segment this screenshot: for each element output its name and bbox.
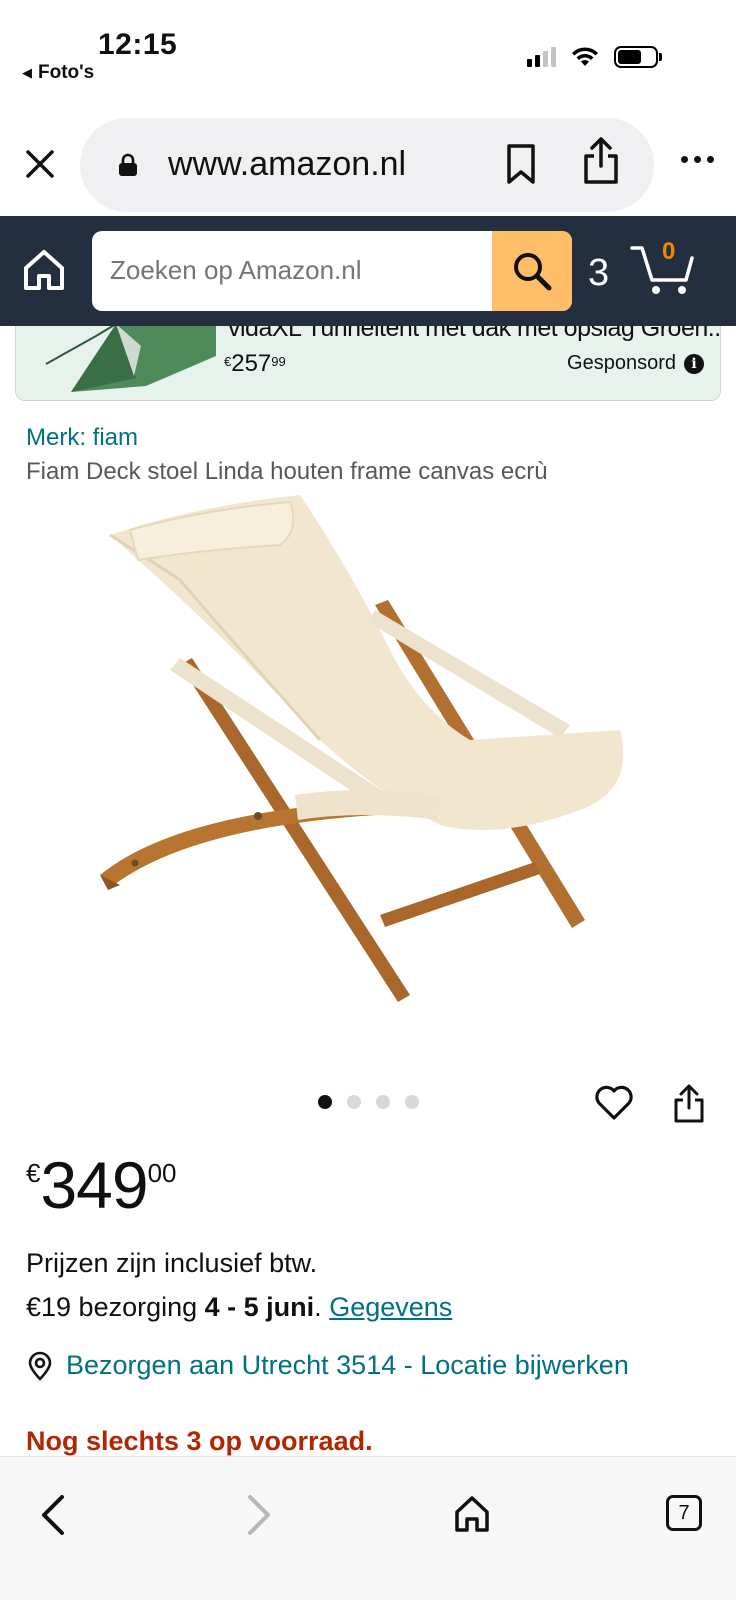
- wifi-icon: [572, 47, 598, 66]
- delivery-separator: .: [314, 1292, 330, 1322]
- search-button[interactable]: [492, 231, 572, 311]
- product-image[interactable]: [60, 490, 660, 1030]
- back-to-app-link[interactable]: ◀ Foto's: [22, 62, 94, 84]
- sponsored-price-currency: €: [224, 354, 232, 369]
- stock-status: Nog slechts 3 op voorraad.: [26, 1426, 373, 1456]
- product-price: € 349 00: [26, 1152, 177, 1218]
- url-field[interactable]: www.amazon.nl: [80, 118, 654, 212]
- sponsored-price-whole: 257: [231, 350, 272, 377]
- image-carousel-dots: [318, 1095, 419, 1109]
- more-options-icon[interactable]: [681, 156, 714, 163]
- close-icon[interactable]: [20, 144, 60, 184]
- delivery-info: €19 bezorging 4 - 5 juni. Gegevens: [26, 1292, 452, 1323]
- forward-arrow-icon[interactable]: [246, 1493, 274, 1537]
- sponsored-title[interactable]: vidaXL Tunneltent met dak met opslag Gro…: [228, 326, 720, 343]
- status-time: 12:15: [98, 28, 178, 61]
- sponsored-label[interactable]: Gesponsord i: [567, 352, 704, 375]
- product-title: Fiam Deck stoel Linda houten frame canva…: [26, 458, 548, 485]
- carousel-dot[interactable]: [376, 1095, 390, 1109]
- brand-link[interactable]: Merk: fiam: [26, 424, 138, 452]
- status-bar: 12:15 ◀ Foto's: [0, 0, 736, 100]
- status-icons: [527, 46, 662, 68]
- carousel-dot[interactable]: [347, 1095, 361, 1109]
- sponsored-price: €25799: [224, 350, 286, 378]
- info-icon: i: [684, 353, 704, 374]
- browser-home-icon[interactable]: [454, 1495, 490, 1533]
- battery-icon: [614, 46, 662, 68]
- cart-button[interactable]: 0: [630, 238, 696, 303]
- vat-note: Prijzen zijn inclusief btw.: [26, 1248, 318, 1278]
- cellular-signal-icon: [527, 47, 556, 67]
- home-icon[interactable]: [22, 248, 66, 292]
- url-text: www.amazon.nl: [168, 145, 407, 183]
- back-arrow-icon[interactable]: [38, 1493, 66, 1537]
- heart-icon[interactable]: [594, 1084, 634, 1122]
- browser-bottom-toolbar: 7: [0, 1456, 736, 1600]
- sponsored-label-text: Gesponsord: [567, 352, 676, 374]
- search-input[interactable]: [110, 255, 480, 286]
- delivery-location[interactable]: Bezorgen aan Utrecht 3514 - Locatie bijw…: [26, 1350, 629, 1381]
- delivery-details-link[interactable]: Gegevens: [329, 1292, 452, 1322]
- price-currency: €: [26, 1158, 41, 1188]
- delivery-prefix: €19 bezorging: [26, 1292, 205, 1322]
- bookmark-icon[interactable]: [505, 142, 537, 186]
- search-icon: [514, 253, 552, 291]
- price-fraction: 00: [147, 1158, 177, 1188]
- sponsored-ad-banner[interactable]: vidaXL Tunneltent met dak met opslag Gro…: [15, 326, 721, 401]
- carousel-dot[interactable]: [318, 1095, 332, 1109]
- browser-address-bar: www.amazon.nl: [0, 118, 736, 212]
- tabs-button[interactable]: 7: [666, 1495, 702, 1531]
- share-icon[interactable]: [582, 136, 620, 186]
- share-product-icon[interactable]: [672, 1084, 706, 1124]
- amazon-header: 3 0: [0, 216, 736, 326]
- cart-count: 0: [662, 238, 676, 265]
- location-pin-icon: [28, 1351, 52, 1381]
- location-link: Bezorgen aan Utrecht 3514 - Locatie bijw…: [66, 1350, 629, 1380]
- account-icon[interactable]: 3: [588, 252, 609, 295]
- back-triangle-icon: ◀: [22, 65, 32, 80]
- price-whole: 349: [40, 1148, 148, 1222]
- tent-product-image: [45, 326, 216, 392]
- sponsored-price-fraction: 99: [271, 354, 286, 369]
- delivery-date: 4 - 5 juni: [204, 1292, 315, 1322]
- back-app-label: Foto's: [38, 62, 95, 83]
- lock-icon: [119, 153, 137, 176]
- search-box: [92, 231, 572, 311]
- carousel-dot[interactable]: [405, 1095, 419, 1109]
